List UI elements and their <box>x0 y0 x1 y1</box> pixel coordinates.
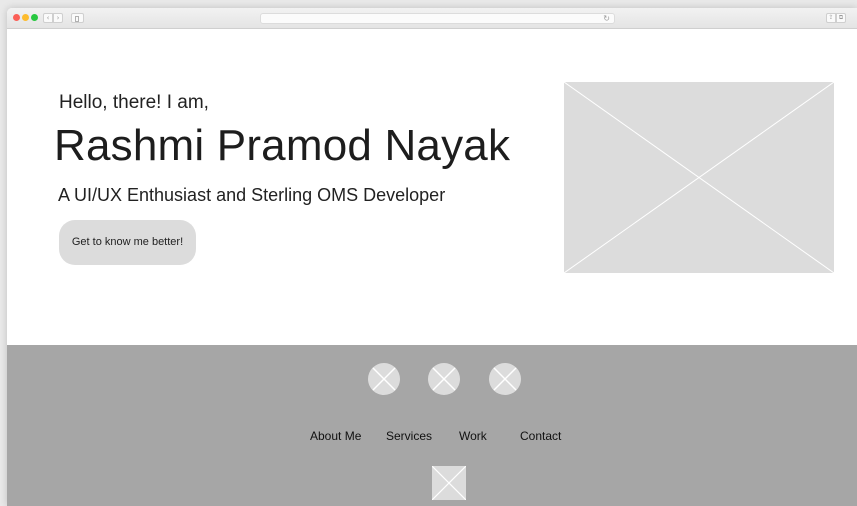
get-to-know-me-button[interactable]: Get to know me better! <box>59 220 196 265</box>
maximize-window-button[interactable] <box>31 14 38 21</box>
tabs-icon[interactable]: ⧉ <box>836 13 846 23</box>
hero-subtitle: A UI/UX Enthusiast and Sterling OMS Deve… <box>58 185 446 205</box>
nav-link-services[interactable]: Services <box>386 429 432 443</box>
minimize-window-button[interactable] <box>22 14 29 21</box>
social-placeholder-icon[interactable] <box>489 363 521 395</box>
social-placeholder-icon[interactable] <box>428 363 460 395</box>
close-window-button[interactable] <box>13 14 20 21</box>
chevron-left-icon[interactable]: ‹ <box>43 13 53 23</box>
hero-name: Rashmi Pramod Nayak <box>54 121 511 170</box>
sidebar-icon[interactable] <box>71 13 84 23</box>
address-bar[interactable]: ↻ <box>260 13 615 24</box>
social-placeholder-icon[interactable] <box>368 363 400 395</box>
share-icon[interactable]: ⇪ <box>826 13 836 23</box>
browser-toolbar: ‹ › ↻ ⇪ ⧉ <box>7 8 857 29</box>
logo-placeholder-icon[interactable] <box>431 465 467 501</box>
browser-window: ‹ › ↻ ⇪ ⧉ Hello, there! I am, Rashmi Pra… <box>7 8 857 506</box>
nav-link-contact[interactable]: Contact <box>520 429 561 443</box>
hero-greeting: Hello, there! I am, <box>59 92 209 113</box>
footer: About Me Services Work Contact <box>7 345 857 506</box>
image-placeholder-icon <box>564 82 834 273</box>
nav-link-about-me[interactable]: About Me <box>310 429 361 443</box>
reload-icon[interactable]: ↻ <box>603 13 610 24</box>
chevron-right-icon[interactable]: › <box>53 13 63 23</box>
nav-link-work[interactable]: Work <box>459 429 487 443</box>
